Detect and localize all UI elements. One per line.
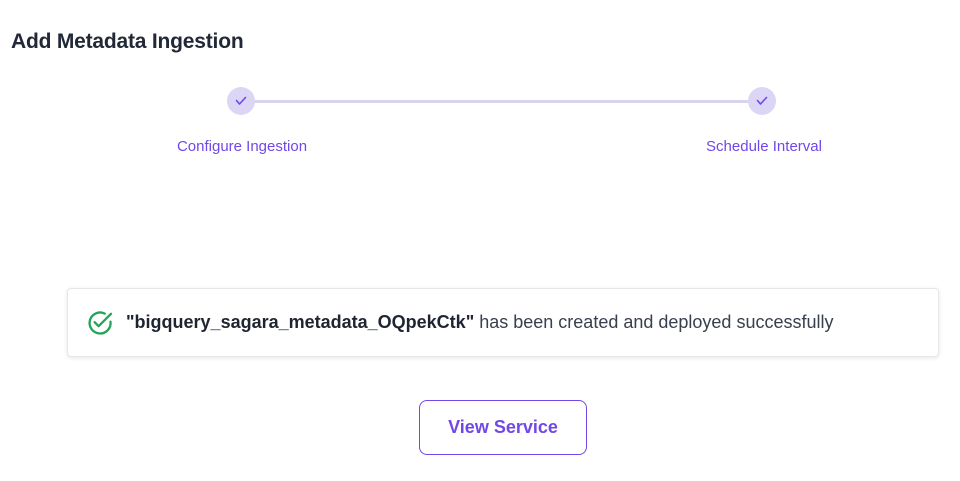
view-service-button[interactable]: View Service [419,400,587,455]
pipeline-name: bigquery_sagara_metadata_OQpekCtk [134,312,466,332]
page-title: Add Metadata Ingestion [11,30,244,53]
quote-open: " [126,312,135,332]
ingestion-stepper: Configure Ingestion Schedule Interval [0,86,960,166]
add-ingestion-page: Add Metadata Ingestion Configure Ingesti… [0,0,960,481]
stepper-progress-line [252,100,762,103]
step-configure-ingestion-indicator [227,87,255,115]
check-circle-icon [88,310,113,335]
quote-close: " [465,312,475,332]
success-message: "bigquery_sagara_metadata_OQpekCtk" has … [126,312,833,333]
success-message-text: has been created and deployed successful… [474,312,834,332]
step-configure-ingestion-label: Configure Ingestion [176,138,308,155]
check-icon [235,96,247,105]
success-message-card: "bigquery_sagara_metadata_OQpekCtk" has … [67,288,939,357]
check-icon [756,96,768,105]
step-schedule-interval-indicator [748,87,776,115]
step-schedule-interval-label: Schedule Interval [706,138,822,155]
